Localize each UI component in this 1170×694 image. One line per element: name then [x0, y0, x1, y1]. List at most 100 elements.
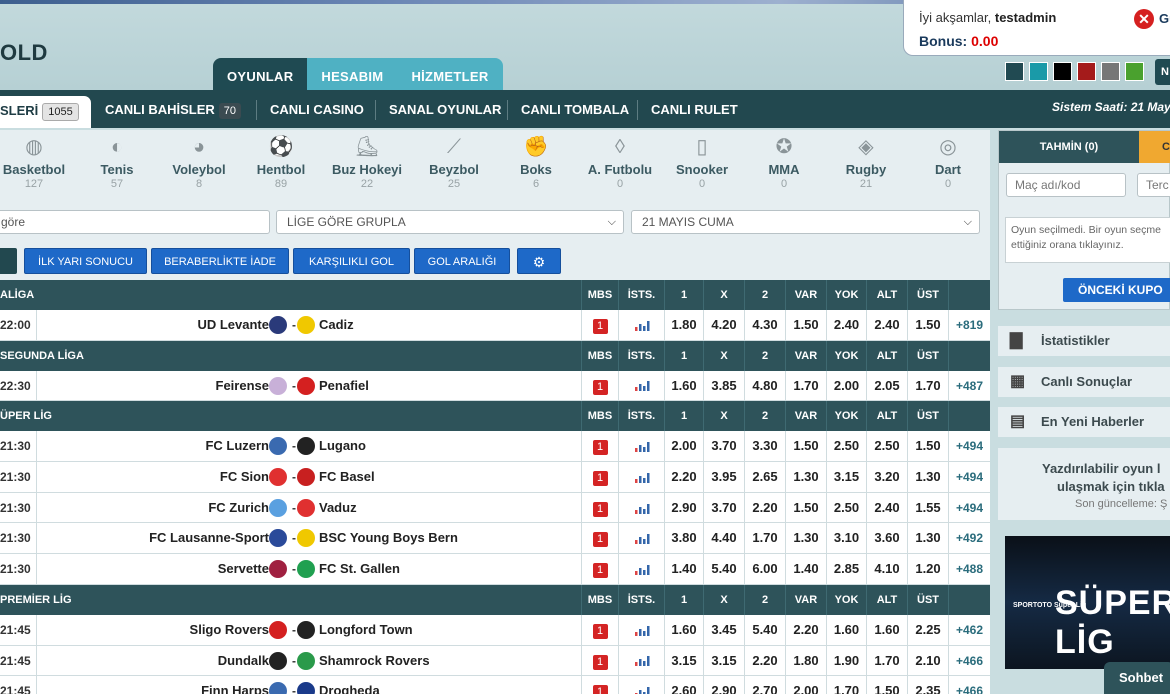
match-search-input[interactable]: Maç adı/kod	[1006, 173, 1126, 197]
odd-yok[interactable]: 1.90	[826, 645, 866, 676]
odd-var[interactable]: 1.70	[785, 370, 826, 401]
odd-o1[interactable]: 1.80	[664, 310, 703, 340]
odd-o1[interactable]: 1.60	[664, 614, 703, 645]
odd-ust[interactable]: 1.55	[907, 492, 948, 523]
main-nav-oyunlar[interactable]: OYUNLAR	[213, 58, 308, 94]
odd-var[interactable]: 1.30	[785, 462, 826, 492]
link-istatistikler[interactable]: ▇ İstatistikler	[998, 326, 1170, 356]
sport-item[interactable]: ◕ Voleybol 8	[158, 130, 240, 192]
sport-item[interactable]: ⚽ Hentbol 89	[240, 130, 322, 192]
odd-ox[interactable]: 3.70	[703, 431, 744, 462]
odd-var[interactable]: 1.40	[785, 554, 826, 584]
theme-swatch[interactable]	[1125, 62, 1144, 81]
stats-cell[interactable]	[618, 492, 664, 523]
odd-alt[interactable]: 4.10	[866, 554, 907, 584]
market-ilk-yari-button[interactable]: İLK YARI SONUCU	[24, 248, 147, 274]
odd-ust[interactable]: 1.50	[907, 431, 948, 462]
odd-o2[interactable]: 2.65	[744, 462, 785, 492]
odd-o1[interactable]: 2.00	[664, 431, 703, 462]
odd-ust[interactable]: 1.30	[907, 523, 948, 554]
stats-cell[interactable]	[618, 614, 664, 645]
odd-yok[interactable]: 2.85	[826, 554, 866, 584]
stats-cell[interactable]	[618, 554, 664, 584]
odd-alt[interactable]: 2.05	[866, 370, 907, 401]
previous-coupon-button[interactable]: ÖNCEKİ KUPO	[1063, 278, 1170, 302]
stats-cell[interactable]	[618, 523, 664, 554]
odd-var[interactable]: 1.30	[785, 523, 826, 554]
main-nav-hesabim[interactable]: HESABIM	[307, 58, 398, 94]
sport-item[interactable]: ⛸ Buz Hokeyi 22	[326, 130, 408, 192]
main-nav-hizmetler[interactable]: HİZMETLER	[397, 58, 503, 94]
logout-label[interactable]: Gü	[1159, 11, 1170, 26]
odd-alt[interactable]: 1.70	[866, 645, 907, 676]
odd-ox[interactable]: 4.40	[703, 523, 744, 554]
stats-cell[interactable]	[618, 645, 664, 676]
match-teams-cell[interactable]: Sligo Rovers - Longford Town	[36, 614, 581, 645]
odd-alt[interactable]: 2.50	[866, 431, 907, 462]
sport-item[interactable]: ◈ Rugby 21	[825, 130, 907, 192]
odd-o1[interactable]: 3.80	[664, 523, 703, 554]
odd-o2[interactable]: 6.00	[744, 554, 785, 584]
stats-cell[interactable]	[618, 676, 664, 694]
odd-alt[interactable]: 1.50	[866, 676, 907, 694]
odd-o1[interactable]: 2.60	[664, 676, 703, 694]
sport-item[interactable]: ◐ Tenis 57	[76, 130, 158, 192]
theme-button[interactable]: N	[1155, 59, 1170, 85]
chat-button[interactable]: Sohbet	[1104, 662, 1170, 694]
more-markets-link[interactable]: +494	[948, 431, 990, 462]
printable-program-box[interactable]: Yazdırılabilir oyun l ulaşmak için tıkla…	[998, 448, 1170, 520]
odd-var[interactable]: 1.50	[785, 310, 826, 340]
odd-o2[interactable]: 4.80	[744, 370, 785, 401]
more-markets-link[interactable]: +494	[948, 462, 990, 492]
theme-swatch[interactable]	[1005, 62, 1024, 81]
odd-ust[interactable]: 2.25	[907, 614, 948, 645]
market-prev-button[interactable]	[0, 248, 17, 274]
odd-o2[interactable]: 2.70	[744, 676, 785, 694]
odd-ust[interactable]: 1.30	[907, 462, 948, 492]
market-karsilikli-gol-button[interactable]: KARŞILIKLI GOL	[293, 248, 410, 274]
odd-ust[interactable]: 2.10	[907, 645, 948, 676]
odd-yok[interactable]: 1.60	[826, 614, 866, 645]
odd-o1[interactable]: 3.15	[664, 645, 703, 676]
odd-var[interactable]: 2.20	[785, 614, 826, 645]
more-markets-link[interactable]: +488	[948, 554, 990, 584]
odd-ust[interactable]: 1.50	[907, 310, 948, 340]
theme-swatch[interactable]	[1077, 62, 1096, 81]
odd-o2[interactable]: 2.20	[744, 492, 785, 523]
preference-input[interactable]: Terc	[1137, 173, 1170, 197]
date-select[interactable]: 21 MAYIS CUMA ⌵	[631, 210, 980, 234]
odd-yok[interactable]: 2.50	[826, 431, 866, 462]
odd-ox[interactable]: 4.20	[703, 310, 744, 340]
tab-canli-tombala[interactable]: CANLI TOMBALA	[509, 90, 641, 128]
sort-select[interactable]: göre	[0, 210, 270, 234]
odd-alt[interactable]: 2.40	[866, 492, 907, 523]
odd-yok[interactable]: 1.70	[826, 676, 866, 694]
odd-ox[interactable]: 2.90	[703, 676, 744, 694]
theme-swatch[interactable]	[1029, 62, 1048, 81]
stats-cell[interactable]	[618, 310, 664, 340]
odd-ust[interactable]: 1.20	[907, 554, 948, 584]
match-teams-cell[interactable]: Finn Harps - Drogheda	[36, 676, 581, 694]
super-lig-banner[interactable]: SPORTOTO Süper Lig SÜPER LİG	[1005, 536, 1170, 669]
odd-var[interactable]: 1.50	[785, 492, 826, 523]
match-teams-cell[interactable]: Feirense - Penafiel	[36, 370, 581, 401]
logout-close-icon[interactable]: ✕	[1134, 9, 1154, 29]
link-en-yeni-haberler[interactable]: ▤ En Yeni Haberler	[998, 407, 1170, 437]
odd-o1[interactable]: 1.40	[664, 554, 703, 584]
sport-item[interactable]: ✊ Boks 6	[495, 130, 577, 192]
odd-o2[interactable]: 4.30	[744, 310, 785, 340]
odd-o1[interactable]: 2.90	[664, 492, 703, 523]
odd-yok[interactable]: 3.10	[826, 523, 866, 554]
theme-swatch[interactable]	[1053, 62, 1072, 81]
link-canli-sonuclar[interactable]: ▦ Canlı Sonuçlar	[998, 367, 1170, 397]
more-markets-link[interactable]: +466	[948, 676, 990, 694]
market-beraberlikte-iade-button[interactable]: BERABERLİKTE İADE	[151, 248, 289, 274]
odd-ust[interactable]: 2.35	[907, 676, 948, 694]
sport-item[interactable]: ⟋ Beyzbol 25	[413, 130, 495, 192]
tab-other[interactable]: C	[1139, 131, 1170, 163]
theme-swatch[interactable]	[1101, 62, 1120, 81]
odd-ox[interactable]: 5.40	[703, 554, 744, 584]
match-teams-cell[interactable]: UD Levante - Cadiz	[36, 310, 581, 340]
odd-o1[interactable]: 1.60	[664, 370, 703, 401]
group-select[interactable]: LİGE GÖRE GRUPLA ⌵	[276, 210, 624, 234]
